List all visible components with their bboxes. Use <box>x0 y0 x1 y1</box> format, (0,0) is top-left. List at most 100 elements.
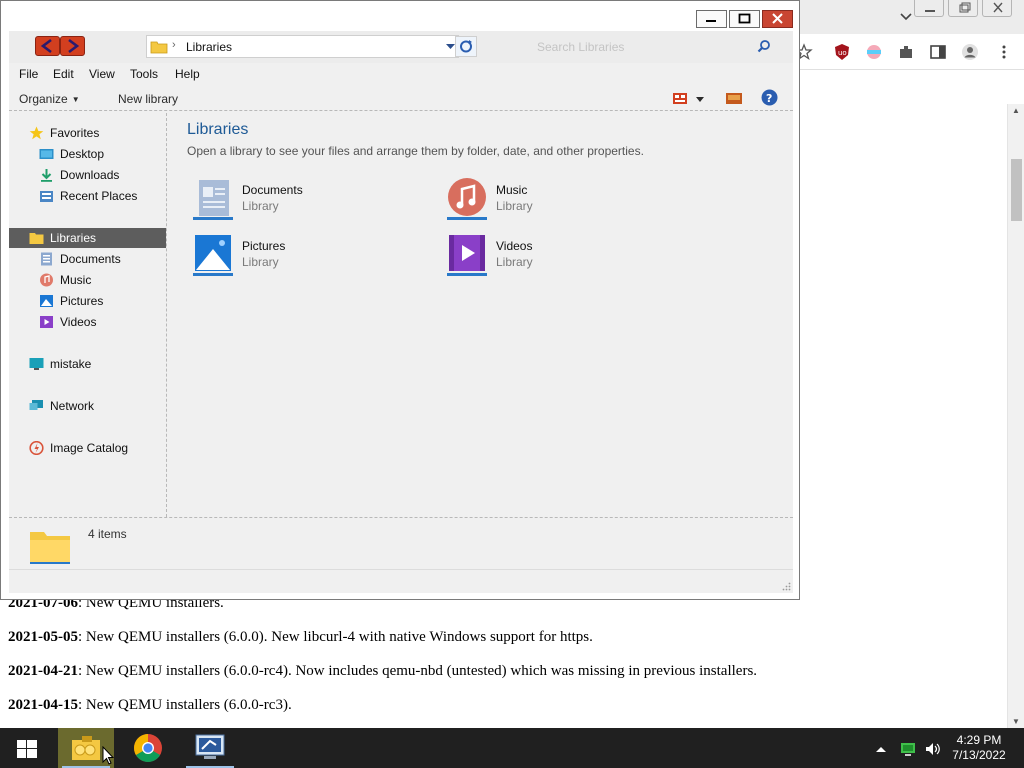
network-icon <box>29 400 43 410</box>
refresh-icon <box>460 40 472 53</box>
news-date: 2021-04-21 <box>8 663 78 679</box>
details-pane: 4 items <box>9 517 793 569</box>
news-item: 2021-05-05: New QEMU installers (6.0.0).… <box>8 628 757 662</box>
close-button[interactable] <box>762 10 793 28</box>
nav-item-favorites[interactable]: Favorites <box>9 123 166 143</box>
resize-grip-icon[interactable] <box>782 582 791 591</box>
documents-icon <box>41 252 52 266</box>
news-date: 2021-04-15 <box>8 697 78 713</box>
menu-tools[interactable]: Tools <box>130 67 158 81</box>
network-status-icon[interactable] <box>900 741 916 757</box>
library-name: Pictures <box>242 239 286 253</box>
nav-label: Videos <box>60 315 97 329</box>
library-tile-videos[interactable]: Videos Library <box>443 231 683 281</box>
browser-menu-icon[interactable] <box>995 43 1013 61</box>
extensions-puzzle-icon[interactable] <box>897 43 915 61</box>
chrome-icon <box>134 734 162 762</box>
nav-label: mistake <box>50 357 92 371</box>
library-tile-documents[interactable]: Documents Library <box>189 175 429 225</box>
library-kind: Library <box>242 255 279 269</box>
menu-bar: File Edit View Tools Help <box>9 63 793 85</box>
news-list: 2021-07-06: New QEMU installers. 2021-05… <box>8 594 757 730</box>
taskbar-chrome[interactable] <box>120 728 176 768</box>
nav-label: Documents <box>60 252 121 266</box>
profile-avatar-icon[interactable] <box>961 43 979 61</box>
command-bar: Organize ▼ New library ? <box>9 87 793 111</box>
refresh-button[interactable] <box>455 36 477 57</box>
nav-item-libraries[interactable]: Libraries <box>9 228 166 248</box>
page-title: Libraries <box>187 121 249 138</box>
svg-text:uo: uo <box>838 49 847 57</box>
help-icon[interactable]: ? <box>761 89 778 106</box>
extension-flag-icon[interactable] <box>865 43 883 61</box>
nav-item-pictures[interactable]: Pictures <box>9 291 166 311</box>
library-tile-pictures[interactable]: Pictures Library <box>189 231 429 281</box>
nav-item-image-catalog[interactable]: Image Catalog <box>9 438 166 458</box>
address-bar[interactable]: › Libraries <box>146 35 459 58</box>
search-input[interactable]: Search Libraries <box>529 35 777 58</box>
file-explorer-icon <box>72 736 100 760</box>
news-item: 2021-04-15: New QEMU installers (6.0.0-r… <box>8 696 757 730</box>
preview-pane-icon[interactable] <box>725 91 743 105</box>
taskbar-file-explorer[interactable] <box>58 728 114 768</box>
browser-minimize-button[interactable] <box>914 0 944 17</box>
navigation-bar: › Libraries Search Libraries <box>9 31 793 63</box>
nav-label: Music <box>60 273 92 287</box>
nav-item-documents[interactable]: Documents <box>9 249 166 269</box>
library-tile-music[interactable]: Music Library <box>443 175 683 225</box>
page-scrollbar[interactable]: ▲ ▼ <box>1007 104 1024 728</box>
nav-item-network[interactable]: Network <box>9 396 166 416</box>
show-hidden-icons-icon[interactable] <box>875 744 887 754</box>
back-button[interactable] <box>35 36 60 56</box>
back-arrow-icon <box>40 38 52 54</box>
documents-library-icon <box>193 180 233 220</box>
taskbar-remote-desktop[interactable] <box>182 728 238 768</box>
scroll-up-icon[interactable]: ▲ <box>1012 106 1020 115</box>
folder-icon <box>30 532 70 564</box>
forward-button[interactable] <box>60 36 85 56</box>
scroll-down-icon[interactable]: ▼ <box>1012 717 1020 726</box>
search-placeholder: Search Libraries <box>537 40 625 54</box>
browser-restore-button[interactable] <box>948 0 978 17</box>
nav-item-computer[interactable]: mistake <box>9 354 166 374</box>
nav-item-desktop[interactable]: Desktop <box>9 144 166 164</box>
nav-item-music[interactable]: Music <box>9 270 166 290</box>
nav-item-downloads[interactable]: Downloads <box>9 165 166 185</box>
menu-edit[interactable]: Edit <box>53 67 74 81</box>
taskbar-clock[interactable]: 4:29 PM 7/13/2022 <box>944 733 1014 763</box>
change-view-icon[interactable] <box>671 91 707 107</box>
content-pane: Libraries Open a library to see your fil… <box>175 113 793 517</box>
status-bar <box>9 569 793 593</box>
organize-button[interactable]: Organize ▼ <box>19 92 80 106</box>
minimize-button[interactable] <box>696 10 727 28</box>
remote-desktop-icon <box>195 734 225 759</box>
ublock-extension-icon[interactable]: uo <box>833 43 851 61</box>
windows-start-icon[interactable] <box>17 740 37 758</box>
computer-icon <box>29 358 44 370</box>
scrollbar-thumb[interactable] <box>1011 159 1022 221</box>
nav-label: Favorites <box>50 126 100 140</box>
music-icon <box>40 273 53 287</box>
breadcrumb-chevron-icon[interactable]: › <box>172 39 176 51</box>
search-icon[interactable] <box>757 39 771 53</box>
library-name: Music <box>496 183 528 197</box>
new-library-button[interactable]: New library <box>118 92 178 106</box>
explorer-window-controls <box>696 10 793 28</box>
menu-view[interactable]: View <box>89 67 115 81</box>
maximize-button[interactable] <box>729 10 760 28</box>
menu-file[interactable]: File <box>19 67 38 81</box>
tab-search-chevron-icon[interactable] <box>898 8 914 24</box>
nav-item-recent-places[interactable]: Recent Places <box>9 186 166 206</box>
browser-window-controls <box>914 0 1012 17</box>
volume-icon[interactable] <box>924 741 942 757</box>
menu-help[interactable]: Help <box>175 67 200 81</box>
videos-icon <box>40 316 53 328</box>
breadcrumb[interactable]: Libraries <box>186 40 232 54</box>
nav-label: Image Catalog <box>50 441 129 455</box>
star-icon <box>29 126 44 140</box>
side-panel-icon[interactable] <box>929 43 947 61</box>
nav-label: Desktop <box>60 147 105 161</box>
nav-item-videos[interactable]: Videos <box>9 312 166 332</box>
desktop-icon <box>39 149 54 159</box>
browser-close-button[interactable] <box>982 0 1012 17</box>
